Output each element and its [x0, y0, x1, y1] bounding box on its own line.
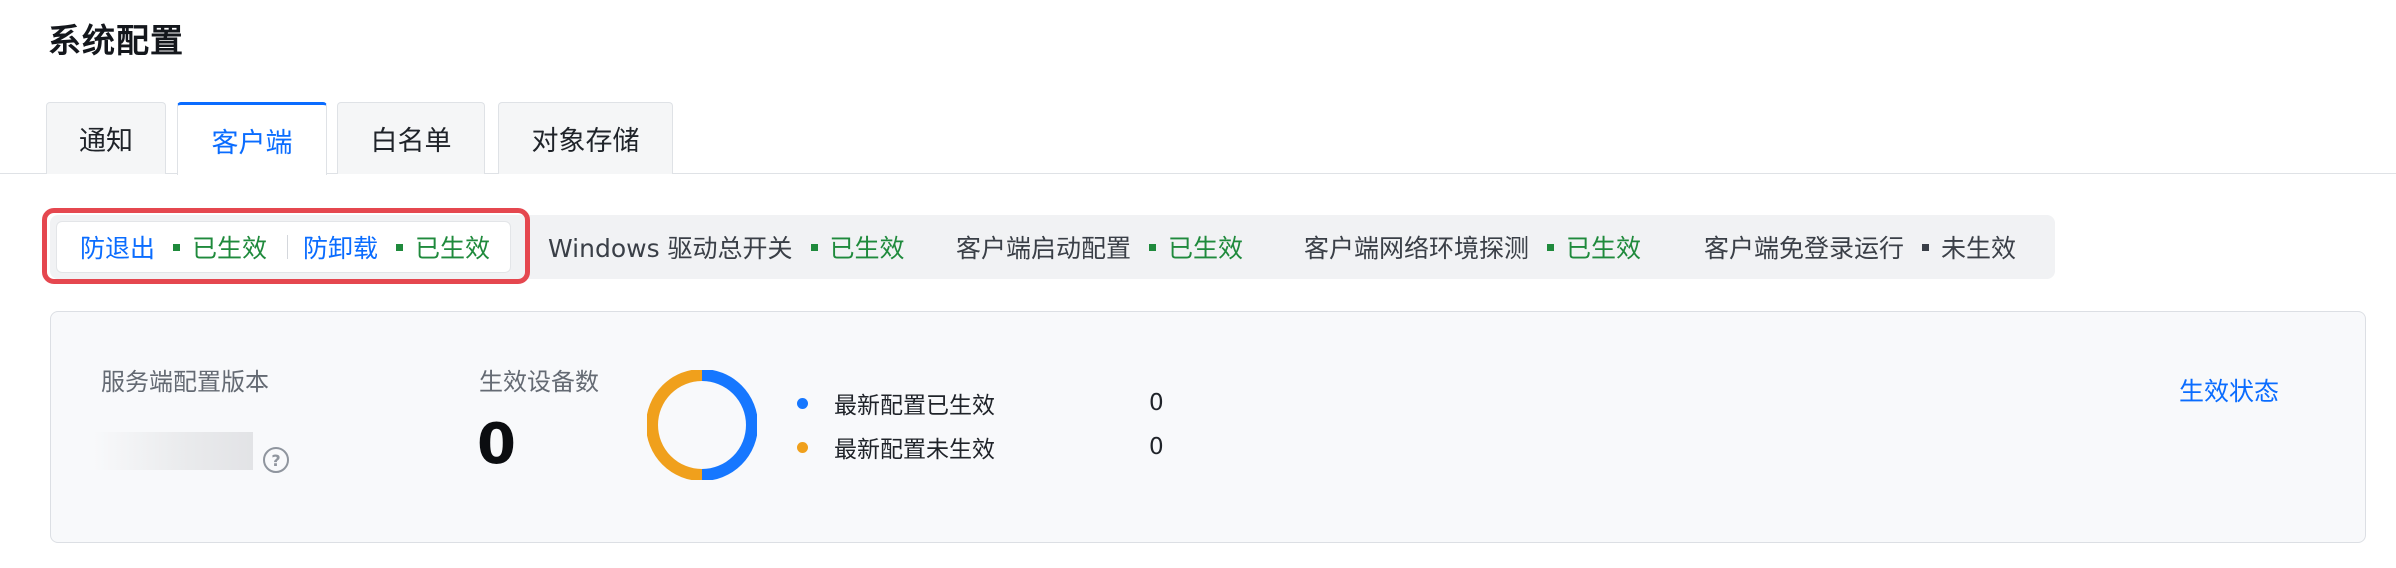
status-item-client-startup[interactable]: 客户端启动配置 已生效 — [956, 215, 1243, 279]
status-dot — [1922, 243, 1930, 251]
effective-ratio-donut — [647, 370, 757, 480]
legend-count-not-effective: 0 — [1149, 434, 1164, 460]
effective-status-link[interactable]: 生效状态 — [2179, 372, 2279, 408]
effective-devices-count: 0 — [477, 412, 516, 477]
donut-segment-effective — [701, 370, 757, 480]
summary-card: 服务端配置版本 ? 生效设备数 0 最新配置已生效 0 最新配置未生效 0 生效… — [50, 311, 2366, 543]
status-name-login-free: 客户端免登录运行 — [1704, 234, 1905, 263]
status-item-windows-driver[interactable]: Windows 驱动总开关 已生效 — [548, 215, 905, 279]
status-dot — [1547, 243, 1555, 251]
effective-devices-label: 生效设备数 — [479, 368, 599, 396]
status-item-login-free[interactable]: 客户端免登录运行 未生效 — [1704, 215, 2016, 279]
legend-row-effective: 最新配置已生效 — [797, 386, 995, 420]
status-value-windows-driver: 已生效 — [829, 234, 905, 263]
status-name-client-startup: 客户端启动配置 — [956, 234, 1132, 263]
legend-row-not-effective: 最新配置未生效 — [797, 430, 995, 464]
legend-label-effective: 最新配置已生效 — [834, 393, 995, 419]
tab-client[interactable]: 客户端 — [177, 102, 327, 175]
status-dot — [810, 243, 818, 251]
server-version-value — [93, 432, 253, 470]
legend-count-effective: 0 — [1149, 390, 1164, 416]
highlight-annotation-box — [42, 208, 530, 284]
server-version-label: 服务端配置版本 — [101, 368, 269, 396]
tab-whitelist[interactable]: 白名单 — [337, 102, 485, 174]
legend-dot-blue — [797, 397, 808, 409]
status-value-network-probe: 已生效 — [1566, 234, 1642, 263]
legend-label-not-effective: 最新配置未生效 — [834, 437, 995, 463]
page-title: 系统配置 — [48, 21, 184, 60]
question-circle-icon[interactable]: ? — [263, 447, 289, 473]
tab-notice[interactable]: 通知 — [46, 102, 166, 174]
tab-object-storage[interactable]: 对象存储 — [498, 102, 673, 174]
tab-bar: 通知 客户端 白名单 对象存储 — [0, 102, 2396, 175]
status-name-network-probe: 客户端网络环境探测 — [1304, 234, 1530, 263]
status-dot — [1149, 243, 1157, 251]
status-item-network-probe[interactable]: 客户端网络环境探测 已生效 — [1304, 215, 1641, 279]
donut-segment-not-effective — [647, 370, 703, 480]
status-value-login-free: 未生效 — [1941, 234, 2017, 263]
status-name-windows-driver: Windows 驱动总开关 — [548, 234, 793, 263]
status-value-client-startup: 已生效 — [1168, 234, 1244, 263]
legend-dot-orange — [797, 441, 808, 453]
